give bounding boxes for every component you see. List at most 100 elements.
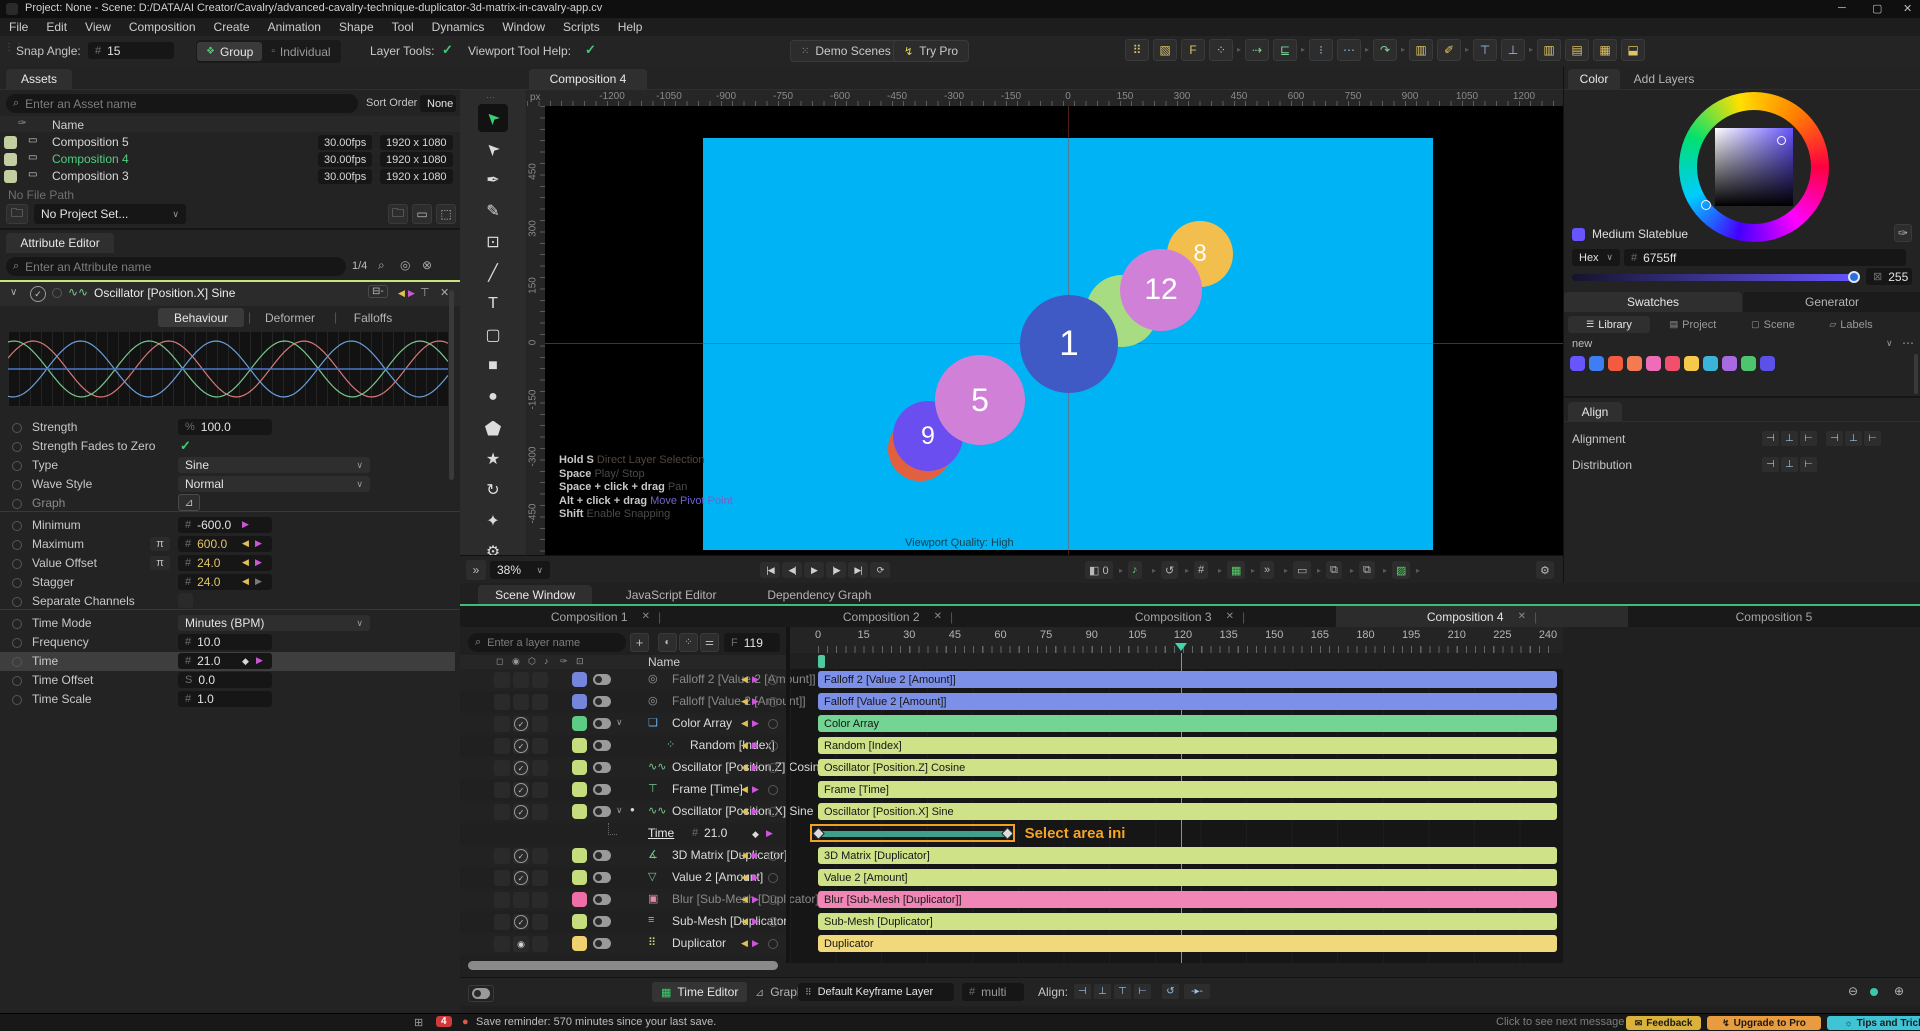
tab-attribute-editor[interactable]: Attribute Editor [6,233,114,253]
layer-color-chip[interactable] [572,804,587,819]
layer-list-scrollbar[interactable] [468,961,778,970]
comp-tab-2[interactable]: Composition 2✕| [752,606,1044,627]
color-swatch[interactable] [1589,356,1604,371]
color-wheel[interactable] [1679,92,1829,242]
layer-visibility-toggle[interactable] [593,696,611,707]
layer-visibility-toggle[interactable] [593,674,611,685]
eyedropper-button[interactable]: ✑ [1894,224,1912,242]
color-swatch[interactable] [1646,356,1661,371]
menu-item-edit[interactable]: Edit [37,20,76,34]
current-frame-field[interactable]: F119 [724,633,780,652]
chevron-right-icon[interactable]: ▸ [1185,566,1189,575]
layer-row[interactable]: ✓⁘Random [Index]◀▶ [460,735,790,757]
solo-dot-icon[interactable]: ● [630,805,635,814]
try-pro-button[interactable]: ↯Try Pro [893,40,969,62]
viewport-zoom-dropdown[interactable]: 38%∨ [490,561,550,579]
comp-tab-4[interactable]: Composition 4✕| [1336,606,1628,627]
viewport-settings-icon[interactable]: ⚙ [1536,561,1554,579]
connections-icon[interactable]: ⊟- [368,285,388,298]
tab-generator[interactable]: Generator [1743,292,1920,312]
keyframe-circle-icon[interactable] [768,675,778,685]
keyframe-circle-icon[interactable] [768,851,778,861]
clapper-icon[interactable]: ⬓ [1621,39,1645,61]
layer-toggle-cell[interactable]: ✓ [513,848,529,864]
horizontal-ruler[interactable]: -1200-1050-900-750-600-450-300-150015030… [527,90,1563,106]
asset-row[interactable]: ▭Composition 330.00fps1920 x 1080 [0,168,460,185]
table-icon[interactable]: ▥ [1409,39,1433,61]
timeline-bar[interactable]: Falloff 2 [Value 2 [Amount]] [818,671,1557,688]
prev-keyframe-icon[interactable]: ◀ [741,895,748,904]
connection-dot[interactable] [12,521,22,531]
node-enabled-check[interactable]: ✓ [30,286,46,302]
connection-dot[interactable] [12,619,22,629]
pen-tool[interactable]: ✒ [478,166,508,194]
camera-tool[interactable]: ⊡ [478,228,508,256]
maximize-button[interactable]: ▢ [1872,2,1882,15]
menu-item-animation[interactable]: Animation [259,20,330,34]
snap-angle-field[interactable]: #15 [88,42,174,59]
next-keyframe-icon[interactable]: ▶ [752,895,759,904]
layer-color-chip[interactable] [572,914,587,929]
align-top-icon[interactable]: ⊤ [1473,39,1497,61]
prev-keyframe-icon[interactable]: ◀ [741,785,748,794]
fast-forward-icon[interactable]: » [1260,561,1274,579]
close-tab-icon[interactable]: ✕ [1226,611,1234,622]
layer-visibility-toggle[interactable] [593,718,611,729]
yellow-arrow-icon[interactable]: ◀ [242,558,249,567]
magenta-arrow-icon[interactable]: ▶ [255,539,262,548]
layer-toggle-cell[interactable]: ✓ [513,716,529,732]
tab-project[interactable]: ▤Project [1652,316,1734,333]
attribute-field[interactable]: #24.0◀▶ [178,574,272,590]
layer-color-chip[interactable] [572,892,587,907]
viewport-canvas[interactable]: 958112Hold S Direct Layer SelectionSpace… [545,106,1563,555]
zoom-in-icon[interactable]: ⊕ [1894,984,1904,998]
cube-icon[interactable]: ▧ [1153,39,1177,61]
menu-item-view[interactable]: View [76,20,120,34]
layer-visibility-toggle[interactable] [593,872,611,883]
layer-toggle-cell[interactable] [532,760,548,776]
attribute-search-input[interactable]: ⌕Enter an Attribute name [6,257,346,276]
attribute-row-time-scale[interactable]: Time Scale#1.0 [0,690,455,709]
close-tab-icon[interactable]: ✕ [934,611,942,622]
attribute-row-strength[interactable]: Strength%100.0 [0,418,455,437]
layer-toggle-cell[interactable]: ✓ [513,804,529,820]
next-keyframe-icon[interactable]: ▶ [752,697,759,706]
yellow-arrow-icon[interactable]: ◀ [242,577,249,586]
tab-falloffs[interactable]: Falloffs [338,308,408,327]
layer-visibility-toggle[interactable] [593,740,611,751]
tab-assets[interactable]: Assets [6,69,72,89]
asset-color-chip[interactable] [4,170,17,183]
chevron-right-icon[interactable]: ▸ [1237,45,1241,54]
footer-align-button-1[interactable]: ⊣ [1074,984,1091,999]
tool-overflow-dots[interactable]: ⋯ [486,92,495,103]
step-forward-button[interactable]: |▶ [826,562,846,578]
connection-dot[interactable] [12,559,22,569]
layer-toggle-cell[interactable] [494,870,510,886]
clear-icon[interactable]: ⊗ [422,258,432,272]
color-swatch[interactable] [1608,356,1623,371]
next-keyframe-icon[interactable]: ▶ [752,763,759,772]
tab-scene-window[interactable]: Scene Window [478,585,592,604]
prev-keyframe-icon[interactable]: ◀ [398,289,405,298]
keyframe-diamond-icon[interactable]: ◆ [242,656,249,667]
color-swatch[interactable] [1703,356,1718,371]
magenta-arrow-icon[interactable]: ▶ [255,558,262,567]
tab-viewport-composition[interactable]: Composition 4 [529,69,647,89]
menu-item-scripts[interactable]: Scripts [554,20,609,34]
sliders-button[interactable]: ⚌ [700,633,719,652]
wave-graph[interactable] [8,332,448,406]
connection-dot[interactable] [12,423,22,433]
close-node-icon[interactable]: ✕ [440,286,449,299]
keyframe-circle-icon[interactable] [768,895,778,905]
grid-icon[interactable]: ▦ [1593,39,1617,61]
timeline-bar[interactable]: Value 2 [Amount] [818,869,1557,886]
saturation-indicator[interactable] [1777,136,1786,145]
keyframe-circle-icon[interactable] [768,807,778,817]
chevron-right-icon[interactable]: ▸ [1365,45,1369,54]
timeline-bar[interactable]: Duplicator [818,935,1557,952]
timeline-bar[interactable]: Sub-Mesh [Duplicator] [818,913,1557,930]
tab-library[interactable]: ☰Library [1568,316,1650,333]
layer-toggle-cell[interactable] [532,738,548,754]
chevron-right-icon[interactable]: ▸ [1529,45,1533,54]
color-swatch[interactable] [1570,356,1585,371]
